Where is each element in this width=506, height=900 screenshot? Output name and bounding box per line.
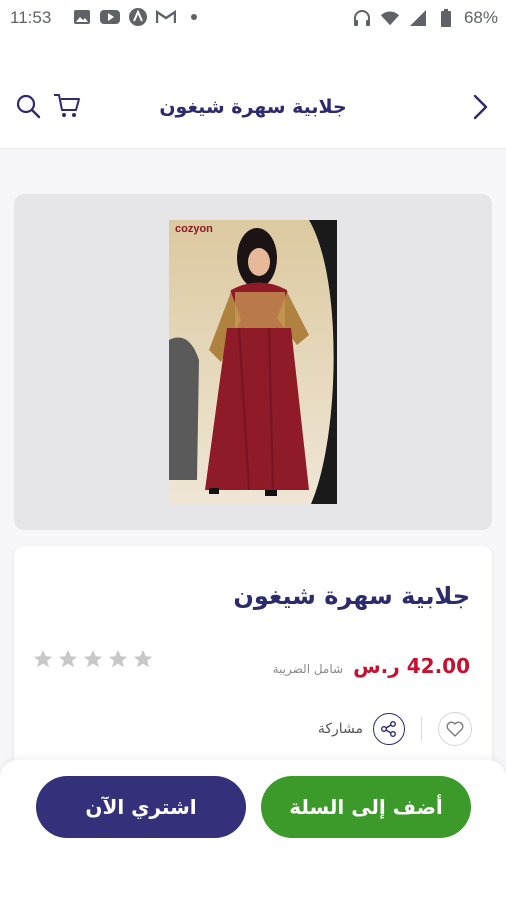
share-button[interactable] — [373, 713, 405, 745]
share-label: مشاركة — [317, 721, 363, 737]
battery-icon — [436, 9, 456, 27]
app-header: جلابية سهرة شيغون — [0, 36, 506, 149]
system-status-icons: 68% — [352, 8, 498, 28]
battery-percentage: 68% — [463, 8, 498, 27]
heart-icon — [446, 721, 464, 737]
youtube-icon — [100, 8, 120, 26]
star-icon — [108, 649, 128, 668]
product-name: جلابية سهرة شيغون — [233, 582, 470, 610]
star-icon — [83, 649, 103, 668]
star-icon — [33, 649, 53, 668]
more-notifications-dot-icon — [184, 8, 204, 26]
page-title: جلابية سهرة شيغون — [159, 96, 347, 118]
image-icon — [72, 8, 92, 26]
gmail-icon — [156, 8, 176, 26]
share-icon — [381, 721, 396, 737]
status-time: 11:53 — [10, 8, 52, 27]
rating-stars — [32, 648, 154, 670]
cart-button[interactable] — [52, 92, 82, 120]
headphones-icon — [352, 9, 372, 27]
brand-watermark: cozyon — [175, 223, 213, 235]
bottom-action-bar: اشتري الآن أضف إلى السلة — [0, 760, 506, 900]
star-icon — [133, 649, 153, 668]
buy-now-button[interactable]: اشتري الآن — [36, 776, 246, 838]
product-price: 42.00 ر.س — [353, 654, 470, 678]
app-a-icon — [128, 8, 148, 26]
search-icon — [16, 94, 41, 119]
add-to-cart-button[interactable]: أضف إلى السلة — [261, 776, 471, 838]
status-bar: 11:53 68% — [0, 0, 506, 36]
search-button[interactable] — [14, 92, 42, 120]
favorite-button[interactable] — [438, 712, 472, 746]
tax-note: شامل الضريبة — [272, 662, 344, 676]
divider — [421, 717, 422, 741]
chevron-right-icon — [473, 94, 488, 120]
product-photo[interactable]: cozyon — [169, 220, 337, 504]
product-info-card: جلابية سهرة شيغون 42.00 ر.س شامل الضريبة… — [14, 546, 492, 786]
star-icon — [58, 649, 78, 668]
notification-icons — [72, 8, 204, 26]
product-actions: مشاركة — [318, 712, 472, 746]
back-button[interactable] — [468, 92, 492, 122]
product-image-card: cozyon — [14, 194, 492, 530]
wifi-icon — [380, 9, 400, 27]
cart-icon — [54, 94, 80, 117]
price-row: 42.00 ر.س شامل الضريبة — [273, 654, 470, 678]
signal-icon — [408, 9, 428, 27]
